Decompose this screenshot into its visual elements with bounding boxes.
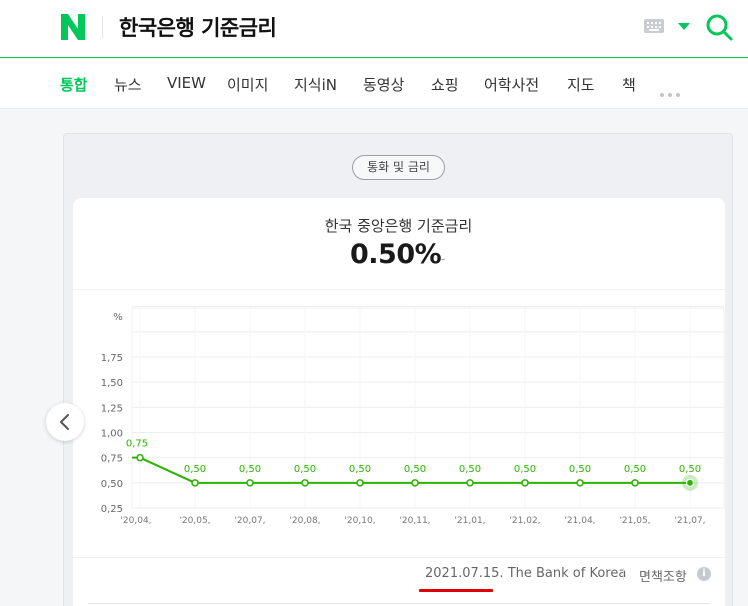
search-query[interactable]: 한국은행 기준금리	[119, 12, 277, 42]
x-tick-label: '20,04,	[120, 516, 151, 526]
footer-divider	[73, 557, 725, 558]
data-point	[631, 479, 639, 487]
chevron-left-icon	[60, 414, 69, 430]
y-tick-label: 0,50	[101, 479, 123, 490]
x-tick-label: '20,05,	[179, 516, 210, 526]
bottom-divider	[88, 603, 710, 604]
data-label: 0,50	[459, 464, 481, 475]
autocomplete-toggle-icon[interactable]	[678, 23, 690, 30]
data-point	[466, 479, 474, 487]
tab-news[interactable]: 뉴스	[114, 74, 142, 95]
x-tick-label: '21,07,	[674, 516, 705, 526]
rate-title: 한국 중앙은행 기준금리	[324, 217, 473, 235]
data-point	[521, 479, 529, 487]
tab-images[interactable]: 이미지	[227, 74, 268, 95]
naver-logo[interactable]	[60, 12, 86, 42]
tab-knowledge-in[interactable]: 지식iN	[294, 74, 337, 95]
tab-video[interactable]: 동영상	[363, 74, 404, 95]
keyboard-icon[interactable]	[644, 19, 664, 33]
date-underline	[419, 589, 493, 592]
data-label: 0,50	[624, 464, 646, 475]
search-header: 한국은행 기준금리	[0, 0, 748, 58]
disclaimer-link[interactable]: 면책조항	[639, 566, 687, 585]
rate-line-chart: %1,751,501,251,000,750,500,250,750,50 0,5…	[101, 306, 725, 526]
footer-separator	[623, 568, 624, 580]
x-tick-label: '21,04,	[564, 516, 595, 526]
data-point	[136, 453, 144, 462]
data-point	[191, 479, 199, 487]
previous-button[interactable]	[46, 403, 84, 441]
x-tick-label: '21,02,	[509, 516, 540, 526]
tab-all[interactable]: 통합	[60, 74, 88, 95]
category-badge[interactable]: 통화 및 금리	[352, 155, 445, 180]
rate-value: 0.50%	[350, 239, 442, 270]
y-tick-label: 1,00	[101, 429, 123, 440]
tab-dictionary[interactable]: 어학사전	[484, 74, 539, 95]
panel-divider	[73, 289, 725, 290]
x-tick-label: '20,08,	[289, 516, 320, 526]
data-point	[685, 478, 695, 487]
data-label: 0,50	[404, 464, 426, 475]
y-tick-label: 0,75	[101, 454, 123, 465]
rate-change: -	[441, 252, 446, 266]
x-tick-label: '20,11,	[399, 516, 430, 526]
data-label: 0,50	[184, 464, 206, 475]
tab-view[interactable]: VIEW	[167, 74, 206, 92]
data-label: 0,50	[294, 464, 316, 475]
x-tick-label: '20,07,	[234, 516, 265, 526]
x-tick-label: '21,01,	[454, 516, 485, 526]
y-axis-unit: %	[113, 312, 123, 323]
info-icon[interactable]: i	[697, 567, 711, 581]
data-label: 0,50	[679, 464, 701, 475]
y-tick-label: 1,50	[101, 378, 123, 389]
header-divider	[102, 16, 103, 38]
data-label: 0,50	[514, 464, 536, 475]
data-point	[576, 479, 584, 487]
data-label: 0,75	[126, 439, 148, 450]
data-point	[356, 479, 364, 487]
data-point	[301, 479, 309, 487]
tab-books[interactable]: 책	[622, 74, 636, 95]
data-point	[246, 479, 254, 487]
x-tick-label: '21,05,	[619, 516, 650, 526]
tab-map[interactable]: 지도	[567, 74, 595, 95]
data-label: 0,50	[569, 464, 591, 475]
more-tabs-icon[interactable]	[660, 82, 684, 101]
y-tick-label: 1,75	[101, 353, 123, 364]
data-label: 0,50	[349, 464, 371, 475]
search-icon[interactable]	[704, 12, 734, 42]
search-tabs: 통합 뉴스 VIEW 이미지 지식iN 동영상 쇼핑 어학사전 지도 책	[0, 59, 748, 109]
x-tick-label: '20,10,	[344, 516, 375, 526]
y-tick-label: 1,25	[101, 403, 123, 414]
data-label: 0,50	[239, 464, 261, 475]
source-text: 2021.07.15. The Bank of Korea	[425, 566, 627, 581]
tab-shopping[interactable]: 쇼핑	[431, 74, 459, 95]
data-point	[411, 479, 419, 487]
y-tick-label: 0,25	[101, 504, 123, 515]
